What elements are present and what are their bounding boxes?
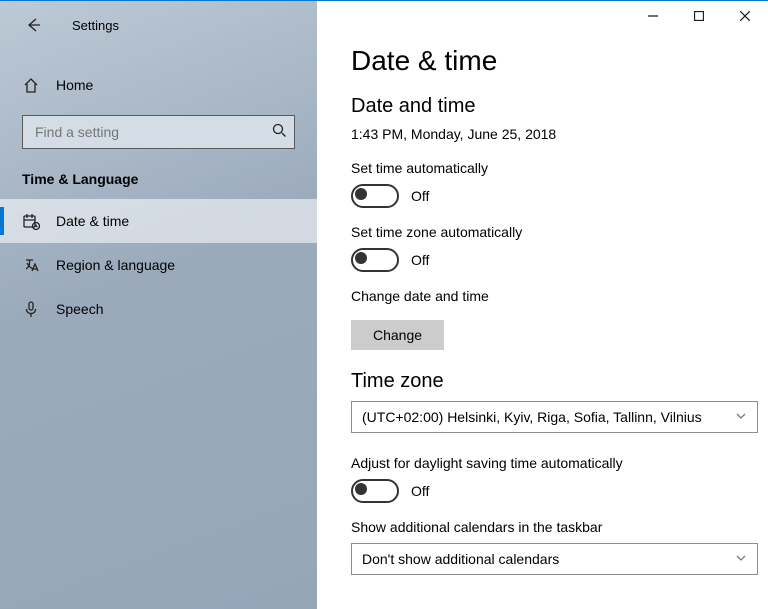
set-tz-auto-label: Set time zone automatically bbox=[351, 224, 758, 240]
dst-auto-toggle[interactable] bbox=[351, 479, 399, 503]
dst-auto-label: Adjust for daylight saving time automati… bbox=[351, 455, 758, 471]
additional-calendars-value: Don't show additional calendars bbox=[362, 551, 559, 567]
additional-calendars-select[interactable]: Don't show additional calendars bbox=[351, 543, 758, 575]
sidebar-item-label: Region & language bbox=[56, 257, 175, 273]
dst-auto-state: Off bbox=[411, 483, 429, 499]
chevron-down-icon bbox=[735, 409, 747, 425]
sidebar-item-speech[interactable]: Speech bbox=[0, 287, 317, 331]
window-maximize-button[interactable] bbox=[676, 1, 722, 31]
search-icon bbox=[272, 123, 286, 142]
section-date-and-time: Date and time bbox=[351, 95, 758, 118]
set-time-auto-state: Off bbox=[411, 188, 429, 204]
sidebar-item-label: Date & time bbox=[56, 213, 129, 229]
timezone-select[interactable]: (UTC+02:00) Helsinki, Kyiv, Riga, Sofia,… bbox=[351, 401, 758, 433]
sidebar-section-heading: Time & Language bbox=[22, 171, 295, 187]
region-language-icon bbox=[22, 256, 40, 274]
window-close-button[interactable] bbox=[722, 1, 768, 31]
close-icon bbox=[740, 11, 750, 21]
sidebar-item-date-time[interactable]: Date & time bbox=[0, 199, 317, 243]
section-time-zone: Time zone bbox=[351, 370, 758, 393]
window-title: Settings bbox=[72, 18, 119, 33]
set-time-auto-label: Set time automatically bbox=[351, 160, 758, 176]
window-minimize-button[interactable] bbox=[630, 1, 676, 31]
settings-main-pane: Date & time Date and time 1:43 PM, Monda… bbox=[317, 1, 768, 609]
back-arrow-icon bbox=[24, 16, 42, 34]
set-tz-auto-state: Off bbox=[411, 252, 429, 268]
additional-calendars-label: Show additional calendars in the taskbar bbox=[351, 519, 758, 535]
sidebar-home-label: Home bbox=[56, 77, 93, 93]
microphone-icon bbox=[22, 300, 40, 318]
change-dt-label: Change date and time bbox=[351, 288, 758, 304]
timezone-value: (UTC+02:00) Helsinki, Kyiv, Riga, Sofia,… bbox=[362, 409, 702, 425]
calendar-clock-icon bbox=[22, 212, 40, 230]
sidebar-item-label: Speech bbox=[56, 301, 103, 317]
change-date-time-button[interactable]: Change bbox=[351, 320, 444, 350]
page-title: Date & time bbox=[351, 45, 758, 77]
chevron-down-icon bbox=[735, 551, 747, 567]
current-datetime: 1:43 PM, Monday, June 25, 2018 bbox=[351, 126, 758, 142]
search-box[interactable] bbox=[22, 115, 295, 149]
set-tz-auto-toggle[interactable] bbox=[351, 248, 399, 272]
back-button[interactable] bbox=[18, 10, 48, 40]
minimize-icon bbox=[648, 11, 658, 21]
sidebar-item-region-language[interactable]: Region & language bbox=[0, 243, 317, 287]
maximize-icon bbox=[694, 11, 704, 21]
settings-sidebar: Settings Home Time & Language Date & tim… bbox=[0, 1, 317, 609]
set-time-auto-toggle[interactable] bbox=[351, 184, 399, 208]
sidebar-home[interactable]: Home bbox=[22, 65, 295, 105]
home-icon bbox=[22, 76, 40, 94]
search-input[interactable] bbox=[33, 123, 272, 141]
